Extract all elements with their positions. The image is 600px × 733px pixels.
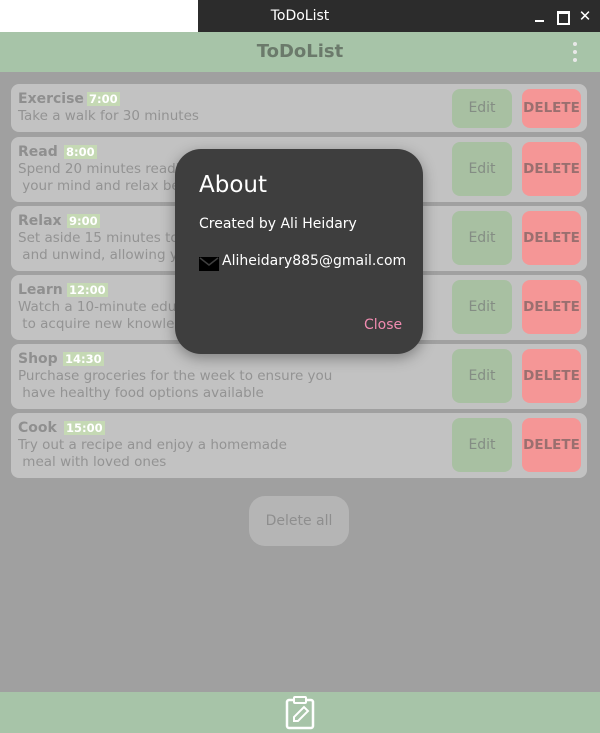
task-title: Exercise xyxy=(18,91,84,107)
task-card: Cook 15:00 Try out a recipe and enjoy a … xyxy=(11,413,587,478)
created-by-text: Created by Ali Heidary xyxy=(199,216,357,232)
task-description: Try out a recipe and enjoy a homemade me… xyxy=(18,437,287,470)
edit-button[interactable]: Edit xyxy=(452,211,512,265)
window-title: ToDoList xyxy=(270,8,330,24)
task-title: Read xyxy=(18,144,58,160)
delete-button[interactable]: DELETE xyxy=(522,280,581,334)
edit-button[interactable]: Edit xyxy=(452,89,512,128)
edit-button[interactable]: Edit xyxy=(452,418,512,472)
delete-button[interactable]: DELETE xyxy=(522,89,581,128)
bottom-bar xyxy=(0,692,600,733)
app-bar: ToDoList xyxy=(0,32,600,72)
task-description: Purchase groceries for the week to ensur… xyxy=(18,368,333,401)
edit-button[interactable]: Edit xyxy=(452,349,512,403)
task-time-badge: 7:00 xyxy=(87,92,120,106)
task-time-badge: 8:00 xyxy=(64,145,97,159)
edit-button[interactable]: Edit xyxy=(452,280,512,334)
delete-button[interactable]: DELETE xyxy=(522,418,581,472)
close-button[interactable]: Close xyxy=(364,317,402,333)
delete-button[interactable]: DELETE xyxy=(522,211,581,265)
task-time-badge: 9:00 xyxy=(67,214,100,228)
window-titlebar: ToDoList ✕ xyxy=(0,0,600,32)
close-window-icon[interactable]: ✕ xyxy=(577,8,593,24)
edit-button[interactable]: Edit xyxy=(452,142,512,196)
task-title: Learn xyxy=(18,282,63,298)
maximize-icon[interactable] xyxy=(554,8,570,25)
delete-button[interactable]: DELETE xyxy=(522,349,581,403)
clipboard-edit-icon[interactable] xyxy=(285,695,315,730)
minimize-icon[interactable] xyxy=(532,8,548,24)
delete-button[interactable]: DELETE xyxy=(522,142,581,196)
more-vert-icon[interactable] xyxy=(568,42,582,64)
task-time-badge: 14:30 xyxy=(63,352,104,366)
task-title: Cook xyxy=(18,420,57,436)
task-card: Exercise 7:00 Take a walk for 30 minutes… xyxy=(11,84,587,132)
delete-all-button[interactable]: Delete all xyxy=(249,496,349,546)
task-title: Relax xyxy=(18,213,62,229)
email-text: Aliheidary885@gmail.com xyxy=(222,253,407,269)
task-description: Take a walk for 30 minutes xyxy=(18,108,199,124)
app-title: ToDoList xyxy=(256,41,344,62)
about-dialog: About Created by Ali Heidary Aliheidary8… xyxy=(175,149,423,354)
task-title: Shop xyxy=(18,351,58,367)
mail-icon xyxy=(199,256,219,271)
task-time-badge: 15:00 xyxy=(64,421,105,435)
task-time-badge: 12:00 xyxy=(67,283,108,297)
dialog-title: About xyxy=(199,172,268,198)
